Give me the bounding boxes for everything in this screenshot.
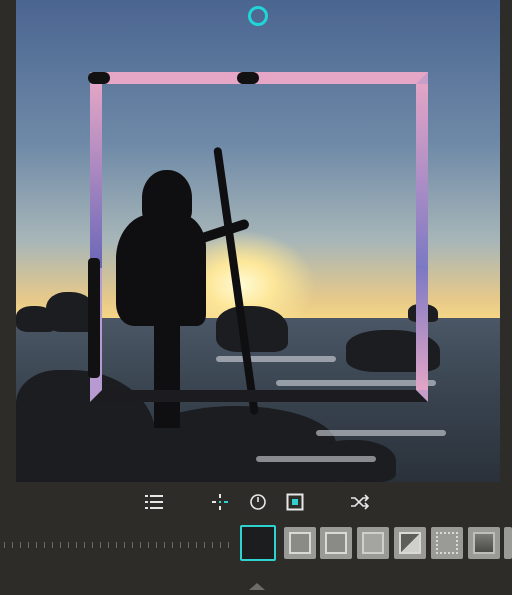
frame-edge-right [416, 84, 428, 390]
shuffle-icon[interactable] [350, 492, 370, 512]
frame-option-partial[interactable] [504, 527, 512, 559]
move-arrows-icon[interactable] [210, 492, 230, 512]
frame-option[interactable] [284, 527, 316, 559]
scroll-ticks[interactable] [4, 542, 232, 548]
frame-option[interactable] [394, 527, 426, 559]
photo-canvas[interactable] [16, 0, 500, 482]
frame-handle-top-center[interactable] [237, 72, 259, 84]
frame-handle-left[interactable] [88, 258, 100, 378]
clock-icon[interactable] [248, 492, 268, 512]
frame-picker [0, 522, 512, 566]
frame-option[interactable] [431, 527, 463, 559]
frame-option[interactable] [357, 527, 389, 559]
square-frame-icon[interactable] [285, 492, 305, 512]
frame-option[interactable] [468, 527, 500, 559]
frame-option[interactable] [320, 527, 352, 559]
list-icon[interactable] [144, 492, 164, 512]
frame-option-blank[interactable] [240, 525, 276, 561]
toolbar [0, 484, 512, 520]
rotate-handle-icon[interactable] [248, 6, 268, 26]
frame-edge-left [90, 84, 102, 268]
frame-handle-top-left[interactable] [88, 72, 110, 84]
expand-up-icon[interactable] [248, 576, 266, 590]
wave-foam [316, 430, 446, 436]
wave-foam [256, 456, 376, 462]
frame-overlay[interactable] [90, 72, 428, 402]
